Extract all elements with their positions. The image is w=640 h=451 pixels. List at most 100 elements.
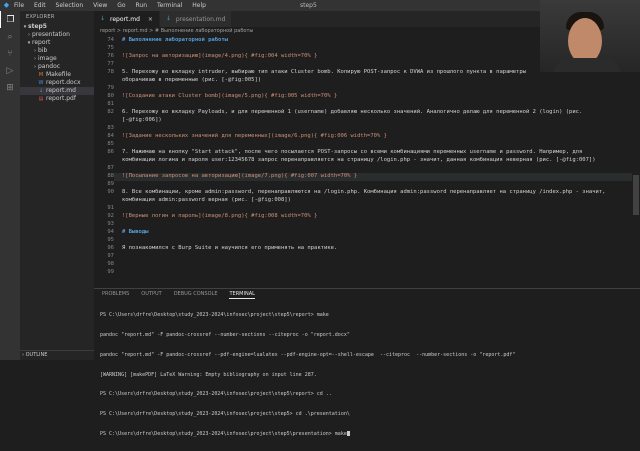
line-number: 84 [107, 133, 114, 139]
source-control-icon[interactable]: ⑂ [0, 45, 20, 62]
folder-presentation[interactable]: › presentation [20, 31, 94, 39]
line-number: 74 [107, 37, 114, 43]
person-body [552, 58, 622, 72]
line-number: 99 [107, 269, 114, 275]
file-makefile[interactable]: M Makefile [20, 71, 94, 79]
extensions-icon[interactable]: ⊞ [0, 79, 20, 96]
line-number: 76 [107, 53, 114, 59]
line-number: 87 [107, 165, 114, 171]
explorer-sidebar: EXPLORER ▾ step5 › presentation ▾ report… [20, 11, 94, 360]
terminal-line: PS C:\Users\drfre\Desktop\study_2023-202… [100, 391, 332, 398]
terminal-output[interactable]: PS C:\Users\drfre\Desktop\study_2023-202… [94, 299, 640, 451]
tab-problems[interactable]: PROBLEMS [102, 289, 129, 299]
file-label: report.docx [46, 79, 81, 86]
terminal-line: pandoc "report.md" -F pandoc-crossref --… [100, 331, 350, 338]
line-number: 91 [107, 205, 114, 211]
code-line: 8. Все комбинации, кроме admin:password,… [122, 189, 606, 195]
menu-view[interactable]: View [93, 2, 107, 9]
folder-bib[interactable]: › bib [20, 47, 94, 55]
menu-file[interactable]: File [14, 2, 24, 9]
window-title: step5 [300, 2, 317, 9]
file-report-md[interactable]: ↓ report.md [20, 87, 94, 95]
tab-label: report.md [110, 15, 140, 23]
line-number: 83 [107, 125, 114, 131]
code-line: ![Посылание запросов на авторизацию](ima… [122, 173, 358, 179]
webcam-overlay [540, 0, 640, 72]
menu-bar: File Edit Selection View Go Run Terminal… [14, 2, 214, 9]
search-icon[interactable]: ⌕ [0, 28, 20, 45]
code-line: комбинации логина и пароля user:12345678… [122, 157, 596, 163]
close-icon[interactable]: × [148, 16, 153, 23]
menu-edit[interactable]: Edit [34, 2, 46, 9]
tab-report-md[interactable]: ↓ report.md × [94, 11, 160, 27]
line-number: 90 [107, 189, 114, 195]
code-line: 7. Нажимаю на кнопку "Start attack", пос… [122, 149, 583, 155]
file-label: Makefile [46, 71, 71, 78]
code-line: оборачиваю в переменные (рис. [-@fig:005… [122, 77, 262, 83]
folder-pandoc[interactable]: › pandoc [20, 63, 94, 71]
line-number: 92 [107, 213, 114, 219]
markdown-file-icon: ↓ [38, 88, 44, 94]
menu-help[interactable]: Help [192, 2, 206, 9]
folder-label: bib [38, 47, 48, 54]
line-number: 85 [107, 141, 114, 147]
code-line: # Выводы [122, 229, 149, 235]
explorer-icon[interactable]: ❐ [0, 11, 20, 28]
menu-selection[interactable]: Selection [56, 2, 84, 9]
bottom-panel: PROBLEMS OUTPUT DEBUG CONSOLE TERMINAL P… [94, 288, 640, 437]
line-number: 88 [107, 173, 114, 179]
panel-tabs: PROBLEMS OUTPUT DEBUG CONSOLE TERMINAL [94, 289, 640, 299]
line-number: 95 [107, 237, 114, 243]
line-number: 94 [107, 229, 114, 235]
line-number: 93 [107, 221, 114, 227]
folder-label: image [38, 55, 57, 62]
code-line: [-@fig:006]) [122, 117, 162, 123]
file-report-docx[interactable]: W report.docx [20, 79, 94, 87]
code-line: комбинация admin:password верная (рис. [… [122, 197, 291, 203]
folder-image[interactable]: › image [20, 55, 94, 63]
folder-label: step5 [28, 23, 47, 30]
terminal-line: PS C:\Users\drfre\Desktop\study_2023-202… [100, 411, 350, 418]
folder-label: report [32, 39, 51, 46]
folder-root[interactable]: ▾ step5 [20, 23, 94, 31]
folder-report[interactable]: ▾ report [20, 39, 94, 47]
line-number: 79 [107, 85, 114, 91]
tab-terminal[interactable]: TERMINAL [229, 289, 255, 299]
terminal-line: pandoc "report.md" -F pandoc-crossref --… [100, 351, 516, 358]
terminal-prompt: PS C:\Users\drfre\Desktop\study_2023-202… [100, 430, 347, 437]
line-number: 75 [107, 45, 114, 51]
line-number: 86 [107, 149, 114, 155]
line-number: 97 [107, 253, 114, 259]
tab-presentation-md[interactable]: ↓ presentation.md [159, 11, 233, 27]
makefile-icon: M [38, 72, 44, 78]
line-number: 82 [107, 109, 114, 115]
menu-terminal[interactable]: Terminal [157, 2, 182, 9]
line-number: 81 [107, 101, 114, 107]
terminal-line: PS C:\Users\drfre\Desktop\study_2023-202… [100, 312, 329, 319]
activity-bar: ❐ ⌕ ⑂ ▷ ⊞ [0, 11, 20, 360]
menu-go[interactable]: Go [117, 2, 125, 9]
folder-label: presentation [32, 31, 70, 38]
outline-section[interactable]: › OUTLINE [20, 350, 94, 360]
terminal-cursor [346, 430, 350, 436]
code-line: ![Создание атаки Cluster bomb](image/5.p… [122, 93, 338, 99]
file-label: report.md [46, 87, 76, 94]
explorer-header: EXPLORER [26, 14, 55, 20]
code-line: ![Верные логин и пароль](image/8.png){ #… [122, 213, 318, 219]
word-file-icon: W [38, 80, 44, 86]
file-report-pdf[interactable]: ▤ report.pdf [20, 95, 94, 103]
markdown-file-icon: ↓ [165, 15, 171, 22]
file-label: report.pdf [46, 95, 76, 102]
outline-label: OUTLINE [25, 352, 48, 358]
terminal-line: PS C:\Users\drfre\Desktop\study_2023-202… [100, 430, 640, 438]
code-line: ![Задание нескольких значений для переме… [122, 133, 387, 139]
tab-output[interactable]: OUTPUT [141, 289, 161, 299]
code-line: Я познакомился с Burp Suite и научился е… [122, 245, 338, 251]
vscode-logo-icon: ◆ [3, 1, 10, 9]
line-number: 78 [107, 69, 114, 75]
menu-run[interactable]: Run [136, 2, 148, 9]
scrollbar-thumb[interactable] [633, 175, 639, 215]
line-number: 77 [107, 61, 114, 67]
run-debug-icon[interactable]: ▷ [0, 62, 20, 79]
tab-debug-console[interactable]: DEBUG CONSOLE [174, 289, 218, 299]
